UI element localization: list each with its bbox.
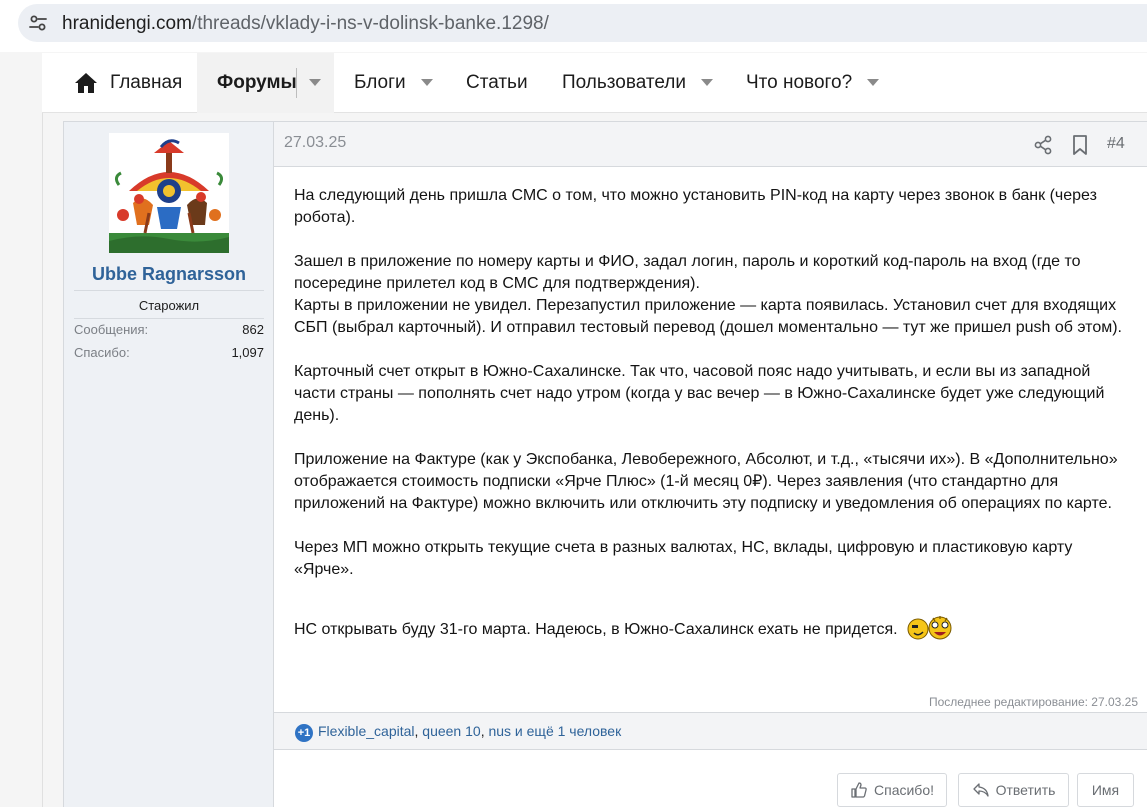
nav-home[interactable]: Главная [74,53,182,113]
name-label: Имя [1091,782,1120,798]
thanks-button[interactable]: Спасибо! [837,773,947,807]
reply-icon [972,783,989,797]
stat-label: Сообщения: [74,322,149,337]
username[interactable]: Ubbe Ragnarsson [74,264,264,285]
reply-label: Ответить [995,782,1056,798]
chevron-down-icon [701,79,713,86]
share-icon[interactable] [1032,134,1054,156]
reaction-more-link[interactable]: и ещё 1 человек [511,723,621,739]
last-edited: Последнее редактирование: 27.03.25 [928,695,1138,709]
nav-blogs-label: Блоги [354,72,406,93]
post-paragraph: На следующий день пришла СМС о том, что … [294,187,1097,226]
divider [74,290,264,291]
reply-button[interactable]: Ответить [958,773,1069,807]
nav-users[interactable]: Пользователи [562,53,686,113]
post-content: На следующий день пришла СМС о том, что … [294,185,1124,645]
nav-blogs[interactable]: Блоги [354,53,406,113]
chevron-down-icon [309,79,321,86]
address-bar[interactable]: hranidengi.com/threads/vklady-i-ns-v-dol… [18,4,1147,42]
nav-divider [296,68,297,98]
url-host: hranidengi.com [62,13,192,34]
bookmark-icon[interactable] [1069,134,1091,156]
nav-users-label: Пользователи [562,72,687,93]
post-paragraph: Через МП можно открыть текущие счета в р… [294,539,1073,578]
stat-value: 1,097 [231,345,264,360]
nav-articles-label: Статьи [466,72,528,93]
smiley-icons [907,616,952,640]
post-date[interactable]: 27.03.25 [284,134,346,152]
nav-forums-label: Форумы [217,72,297,93]
nav-forums-caret[interactable] [302,53,328,113]
forum-post: Ubbe Ragnarsson Старожил Сообщения: 862 … [63,121,1147,807]
nav-home-label: Главная [110,72,183,93]
post-last-line: НС открывать буду 31-го марта. Надеюсь, … [294,615,1124,645]
stat-thanks: Спасибо: 1,097 [74,345,264,360]
main-nav: Главная Форумы Блоги Статьи Пользователи… [42,53,1147,113]
url-text[interactable]: hranidengi.com/threads/vklady-i-ns-v-dol… [62,13,549,35]
chevron-down-icon [421,79,433,86]
nav-whats-new-caret[interactable] [860,53,886,113]
url-path: /threads/vklady-i-ns-v-dolinsk-banke.129… [191,13,549,34]
nav-whats-new-label: Что нового? [746,72,853,93]
thanks-label: Спасибо! [874,782,934,798]
thumbs-up-icon [851,782,867,798]
nav-articles[interactable]: Статьи [466,53,528,113]
stat-value: 862 [242,322,264,337]
site-settings-icon[interactable] [28,13,48,33]
page-border [42,113,43,807]
reaction-user-link[interactable]: Flexible_capital [318,723,415,739]
post-paragraph: Приложение на Фактуре (как у Экспобанка,… [294,451,1118,512]
nav-blogs-caret[interactable] [414,53,440,113]
post-header: 27.03.25 #4 [274,122,1147,167]
browser-toolbar: hranidengi.com/threads/vklady-i-ns-v-dol… [0,0,1147,52]
post-paragraph: Зашел в приложение по номеру карты и ФИО… [294,253,1081,292]
avatar-image [109,133,229,253]
stat-label: Спасибо: [74,345,130,360]
post-paragraph: Карты в приложении не увидел. Перезапуст… [294,297,1122,336]
reaction-user-link[interactable]: nus [488,723,511,739]
avatar[interactable] [109,133,229,253]
post-number[interactable]: #4 [1107,135,1125,153]
user-title: Старожил [138,298,200,313]
nav-users-caret[interactable] [694,53,720,113]
reactions-bar: +1 Flexible_capital, queen 10, nus и ещё… [274,712,1147,750]
reaction-user-link[interactable]: queen 10 [422,723,480,739]
chevron-down-icon [867,79,879,86]
nav-whats-new[interactable]: Что нового? [746,53,852,113]
reaction-plus-one-icon: +1 [295,724,313,742]
post-paragraph: НС открывать буду 31-го марта. Надеюсь, … [294,621,898,639]
stat-messages: Сообщения: 862 [74,322,264,337]
home-icon [75,73,97,93]
name-button[interactable]: Имя [1077,773,1134,807]
reaction-users: Flexible_capital, queen 10, nus и ещё 1 … [318,723,621,739]
post-paragraph: Карточный счет открыт в Южно-Сахалинске.… [294,363,1105,424]
user-info-panel: Ubbe Ragnarsson Старожил Сообщения: 862 … [64,122,274,807]
divider [74,318,264,319]
